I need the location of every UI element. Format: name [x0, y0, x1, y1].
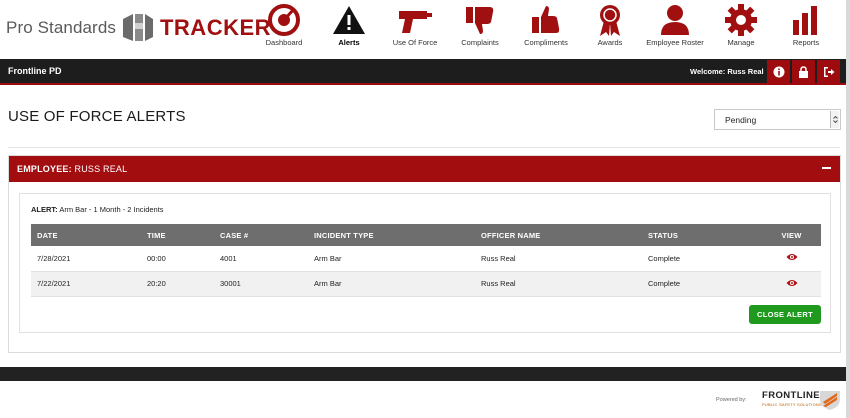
nav-label: Alerts	[338, 38, 360, 47]
info-icon	[773, 66, 784, 77]
cell-officer-name: Russ Real	[475, 246, 642, 272]
employee-alert-panel: EMPLOYEE: RUSS REAL ALERT: Arm Bar - 1 M…	[8, 155, 841, 353]
person-icon	[655, 2, 695, 38]
taser-icon	[395, 2, 435, 38]
nav-label: Awards	[597, 38, 623, 47]
nav-reports[interactable]: Reports	[771, 0, 841, 59]
cell-time: 20:20	[141, 271, 214, 297]
table-header-row: DATE TIME CASE # INCIDENT TYPE OFFICER N…	[31, 224, 821, 246]
scrollbar-track[interactable]	[846, 0, 850, 418]
thumbs-up-icon	[526, 2, 566, 38]
nav-use-of-force[interactable]: Use Of Force	[380, 0, 450, 59]
footer-bar	[0, 367, 850, 381]
view-eye-icon[interactable]	[786, 253, 798, 263]
lock-button[interactable]	[792, 60, 815, 83]
lock-icon	[799, 65, 808, 78]
cell-time: 00:00	[141, 246, 214, 272]
cell-officer-name: Russ Real	[475, 271, 642, 297]
gauge-icon	[264, 2, 304, 38]
incidents-table: DATE TIME CASE # INCIDENT TYPE OFFICER N…	[31, 224, 821, 297]
close-alert-button[interactable]: CLOSE ALERT	[749, 305, 821, 324]
chevron-down-icon	[830, 111, 839, 128]
employee-panel-header[interactable]: EMPLOYEE: RUSS REAL	[9, 156, 840, 182]
collapse-button[interactable]	[820, 161, 832, 175]
cell-view	[762, 246, 821, 272]
frontline-shield-icon	[820, 391, 840, 410]
column-header-view: VIEW	[762, 224, 821, 246]
info-button[interactable]	[767, 60, 790, 83]
column-header-incident-type[interactable]: INCIDENT TYPE	[308, 224, 475, 246]
cell-view	[762, 271, 821, 297]
table-row: 7/22/2021 20:20 30001 Arm Bar Russ Real …	[31, 271, 821, 297]
organization-name: Frontline PD	[8, 66, 62, 76]
employee-name: RUSS REAL	[74, 164, 128, 174]
column-header-status[interactable]: STATUS	[642, 224, 762, 246]
cell-status: Complete	[642, 246, 762, 272]
warning-icon	[329, 2, 369, 38]
brand-prefix: Pro Standards	[6, 18, 116, 37]
cell-date: 7/22/2021	[31, 271, 141, 297]
nav-label: Employee Roster	[646, 38, 704, 47]
view-eye-icon[interactable]	[786, 279, 798, 289]
nav-awards[interactable]: Awards	[575, 0, 645, 59]
app-logo[interactable]: Pro Standards TRACKER	[6, 10, 271, 46]
award-ribbon-icon	[590, 2, 630, 38]
nav-label: Reports	[792, 38, 820, 47]
column-header-officer-name[interactable]: OFFICER NAME	[475, 224, 642, 246]
nav-compliments[interactable]: Compliments	[511, 0, 581, 59]
brand-mark-icon	[122, 14, 153, 41]
logout-button[interactable]	[817, 60, 840, 83]
cell-date: 7/28/2021	[31, 246, 141, 272]
cell-status: Complete	[642, 271, 762, 297]
page-title: USE OF FORCE ALERTS	[8, 108, 186, 125]
cell-incident-type: Arm Bar	[308, 271, 475, 297]
nav-label: Compliments	[524, 38, 568, 47]
nav-complaints[interactable]: Complaints	[445, 0, 515, 59]
status-filter-value: Pending	[725, 115, 757, 125]
alert-label: ALERT:	[31, 205, 58, 214]
cell-case: 30001	[214, 271, 308, 297]
employee-heading: EMPLOYEE: RUSS REAL	[17, 164, 127, 174]
column-header-case[interactable]: CASE #	[214, 224, 308, 246]
nav-label: Use Of Force	[392, 38, 438, 47]
logout-icon	[823, 66, 834, 77]
nav-label: Complaints	[461, 38, 499, 47]
column-header-date[interactable]: DATE	[31, 224, 141, 246]
minus-icon	[821, 167, 831, 169]
nav-alerts[interactable]: Alerts	[314, 0, 384, 59]
welcome-user: Welcome: Russ Real	[690, 67, 764, 76]
frontline-logo[interactable]: FRONTLINE PUBLIC SAFETY SOLUTIONS	[762, 390, 822, 407]
gear-icon	[721, 2, 761, 38]
nav-manage[interactable]: Manage	[706, 0, 776, 59]
cell-case: 4001	[214, 246, 308, 272]
frontline-name: FRONTLINE	[762, 390, 820, 401]
top-navigation: Pro Standards TRACKER Dashboard Alerts U…	[0, 0, 850, 59]
cell-incident-type: Arm Bar	[308, 246, 475, 272]
nav-dashboard[interactable]: Dashboard	[249, 0, 319, 59]
thumbs-down-icon	[460, 2, 500, 38]
nav-label: Manage	[727, 38, 755, 47]
status-filter-select[interactable]: Pending	[714, 109, 841, 130]
column-header-time[interactable]: TIME	[141, 224, 214, 246]
employee-label: EMPLOYEE:	[17, 164, 72, 174]
nav-employee-roster[interactable]: Employee Roster	[640, 0, 710, 59]
frontline-tagline: PUBLIC SAFETY SOLUTIONS	[762, 402, 822, 407]
alert-description: ALERT: Arm Bar - 1 Month - 2 Incidents	[31, 205, 164, 214]
table-row: 7/28/2021 00:00 4001 Arm Bar Russ Real C…	[31, 246, 821, 272]
alert-card: ALERT: Arm Bar - 1 Month - 2 Incidents D…	[19, 193, 831, 333]
bar-chart-icon	[786, 2, 826, 38]
nav-label: Dashboard	[265, 38, 303, 47]
alert-text: Arm Bar - 1 Month - 2 Incidents	[59, 205, 164, 214]
powered-by-label: Powered by:	[716, 397, 747, 403]
divider	[8, 147, 840, 148]
header-bar: Frontline PD Welcome: Russ Real	[0, 59, 850, 85]
